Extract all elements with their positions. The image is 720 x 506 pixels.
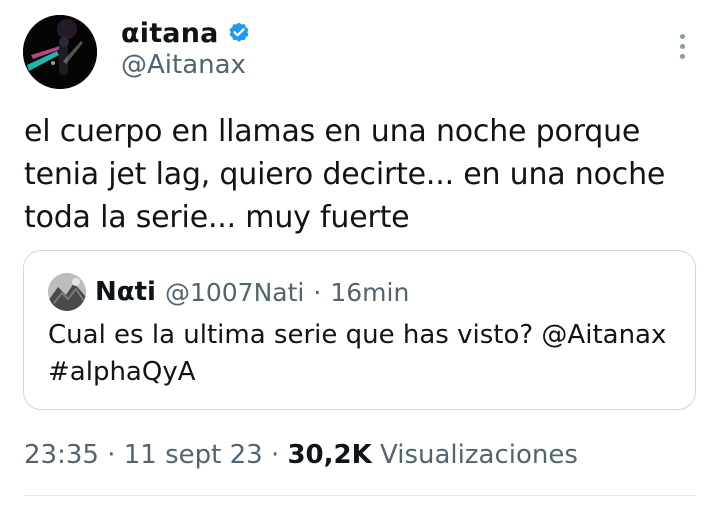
quoted-text-line: #alphaQyA bbox=[48, 357, 196, 387]
more-vertical-icon[interactable] bbox=[668, 28, 696, 64]
meta-separator: · bbox=[270, 440, 280, 470]
quoted-author-handle: @1007Nati bbox=[164, 277, 305, 307]
divider bbox=[24, 495, 696, 496]
verified-badge-icon bbox=[227, 21, 251, 45]
tweet-date[interactable]: 11 sept 23 bbox=[124, 440, 263, 470]
author-display-name[interactable]: αitana bbox=[121, 18, 219, 49]
views-label: Visualizaciones bbox=[380, 440, 578, 470]
tweet: αitana @Aitanax el cuerpo en llamas en u… bbox=[0, 0, 720, 506]
author-name-row: αitana bbox=[121, 14, 251, 52]
quoted-tweet-text: Cual es la ultima serie que has visto? @… bbox=[48, 317, 678, 391]
tweet-time[interactable]: 23:35 bbox=[24, 440, 99, 470]
author-avatar-image bbox=[23, 15, 97, 89]
quoted-author-name: Nαti bbox=[95, 277, 156, 307]
quoted-separator: · bbox=[313, 277, 322, 307]
views-count[interactable]: 30,2K bbox=[287, 440, 371, 470]
quoted-tweet-header: Nαti @1007Nati · 16min bbox=[48, 273, 409, 311]
author-handle[interactable]: @Aitanax bbox=[121, 50, 246, 80]
quoted-timestamp: 16min bbox=[330, 277, 410, 307]
quoted-tweet[interactable]: Nαti @1007Nati · 16min Cual es la ultima… bbox=[23, 250, 696, 410]
quoted-text-line: Cual es la ultima serie que has visto? @… bbox=[48, 320, 667, 350]
tweet-text: el cuerpo en llamas en una noche porque … bbox=[24, 114, 666, 235]
author-avatar[interactable] bbox=[23, 15, 97, 89]
tweet-meta: 23:35 · 11 sept 23 · 30,2K Visualizacion… bbox=[24, 440, 578, 470]
meta-separator: · bbox=[107, 440, 116, 470]
quoted-author-avatar[interactable] bbox=[48, 273, 86, 311]
